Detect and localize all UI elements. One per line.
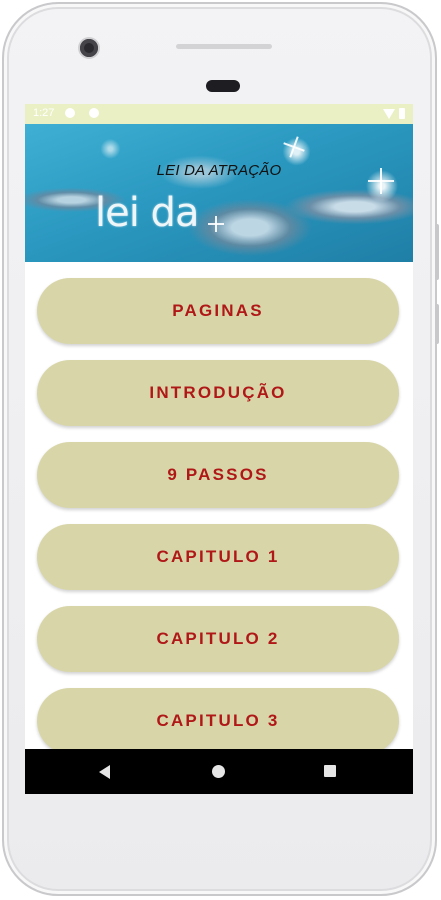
capitulo-3-button[interactable]: CAPITULO 3	[37, 688, 399, 754]
power-button	[435, 304, 439, 344]
recents-icon[interactable]	[324, 765, 336, 777]
earpiece-speaker	[176, 44, 272, 49]
introducao-button[interactable]: INTRODUÇÃO	[37, 360, 399, 426]
status-time: 1:27	[33, 107, 55, 119]
capitulo-1-button[interactable]: CAPITULO 1	[37, 524, 399, 590]
header-banner: LEI DA ATRAÇÃO lei da	[25, 124, 413, 262]
notification-icon	[65, 108, 75, 118]
status-right-icons	[383, 108, 405, 119]
9-passos-button[interactable]: 9 PASSOS	[37, 442, 399, 508]
app-screen: 1:27 LEI DA ATRAÇÃO lei da PAGINAS INTRO…	[25, 104, 413, 794]
menu-button-label: PAGINAS	[172, 301, 264, 320]
paginas-button[interactable]: PAGINAS	[37, 278, 399, 344]
home-icon[interactable]	[212, 765, 225, 778]
capitulo-2-button[interactable]: CAPITULO 2	[37, 606, 399, 672]
page-title: LEI DA ATRAÇÃO	[156, 162, 282, 179]
logo-text: lei da	[95, 190, 199, 236]
system-nav-bar	[25, 749, 413, 794]
sparkle-icon	[208, 223, 224, 225]
menu-button-label: CAPITULO 3	[156, 711, 280, 730]
sync-icon	[89, 108, 99, 118]
menu-button-label: INTRODUÇÃO	[149, 383, 287, 402]
sparkle-icon	[368, 180, 394, 182]
battery-icon	[399, 108, 405, 119]
menu-button-label: CAPITULO 2	[156, 629, 280, 648]
menu-button-label: CAPITULO 1	[156, 547, 280, 566]
back-icon[interactable]	[99, 765, 110, 779]
wifi-icon	[383, 108, 395, 119]
volume-button	[435, 224, 439, 280]
status-bar: 1:27	[25, 104, 413, 124]
front-camera-icon	[80, 39, 98, 57]
menu-button-label: 9 PASSOS	[167, 465, 269, 484]
proximity-sensor	[206, 80, 240, 92]
